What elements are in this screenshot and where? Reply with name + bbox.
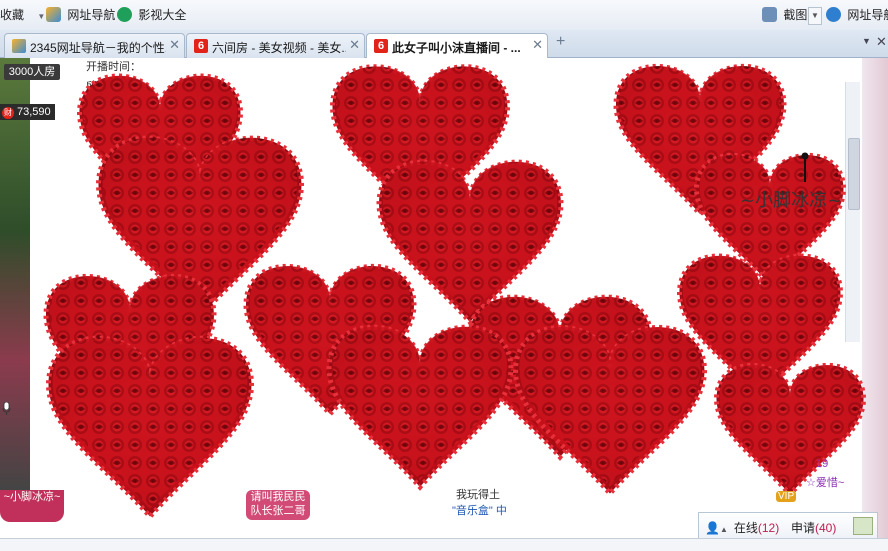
fortune-value: 73,590 — [17, 106, 51, 118]
apply-tab[interactable]: 申请(40) — [791, 519, 836, 536]
scrollbar-thumb[interactable] — [848, 138, 860, 210]
tab-list-dropdown[interactable]: ▼ — [862, 36, 871, 46]
fortune-icon: 财 — [2, 107, 14, 119]
ie-icon — [826, 7, 841, 22]
2345-favicon-icon — [12, 39, 26, 53]
music-box-link[interactable]: "音乐盒" 中 — [452, 502, 507, 518]
close-icon[interactable]: ✕ — [349, 38, 360, 52]
nav-link-2345[interactable]: 网址导航 — [46, 7, 115, 23]
chat-user-aixi[interactable]: ☆爱惜~ — [806, 474, 844, 490]
microphone-icon[interactable] — [2, 402, 11, 416]
tab-label: 六间房 - 美女视频 - 美女... — [212, 41, 346, 55]
nav-label: 网址导航 — [67, 8, 116, 22]
page-content: 开播时间： 所属家族： — [0, 58, 888, 550]
status-bar — [0, 538, 888, 551]
favorites-label: 收藏 — [0, 8, 25, 22]
fortune-badge: 财 73,590 — [0, 104, 55, 120]
avatar-icon[interactable] — [853, 517, 873, 535]
tab-2345[interactable]: 2345网址导航－我的个性... ✕ — [4, 33, 185, 58]
online-label: 在线 — [733, 521, 758, 535]
close-icon[interactable]: ✕ — [169, 38, 180, 52]
tab-6rooms[interactable]: 6 六间房 - 美女视频 - 美女... ✕ — [186, 33, 365, 58]
close-icon[interactable]: ✕ — [532, 38, 543, 52]
play-circle-icon — [117, 7, 132, 22]
apply-label: 申请 — [791, 521, 816, 535]
start-time-label: 开播时间： — [86, 61, 141, 73]
video-label: 影视大全 — [138, 8, 187, 22]
tab-label: 此女子叫小沫直播间 - ... — [392, 41, 521, 55]
chat-text-line: 我玩得土 — [456, 489, 500, 501]
family-label: 所属家族： — [86, 81, 141, 93]
user-icon: 👤 — [705, 521, 720, 535]
pin-icon — [801, 152, 809, 182]
right-side-strip — [862, 58, 888, 538]
chevron-up-icon: ▲ — [719, 525, 728, 534]
tab-bar: 2345网址导航－我的个性... ✕ 6 六间房 - 美女视频 - 美女... … — [0, 30, 888, 59]
screenshot-icon — [762, 7, 777, 22]
close-window-icon[interactable]: ✕ — [876, 34, 887, 50]
chevron-down-icon: ▼ — [37, 12, 46, 21]
streamer-video-strip — [0, 58, 30, 490]
room-count-badge: 3000人房 — [4, 64, 60, 80]
favorites-menu[interactable]: 收藏 ▼ — [0, 7, 45, 23]
screenshot-button[interactable]: 截图 — [762, 7, 807, 23]
nav-right-label: 网址导航 — [847, 8, 888, 22]
screenshot-dropdown[interactable]: ▼ — [808, 7, 822, 25]
online-count: (12) — [757, 521, 780, 535]
chat-scrollbar[interactable] — [845, 82, 860, 342]
tab-live-room[interactable]: 6 此女子叫小沫直播间 - ... ✕ — [366, 33, 548, 59]
2345-logo-icon — [46, 7, 61, 22]
apply-count: (40) — [815, 521, 837, 535]
chat-number: 19 — [816, 458, 829, 470]
vip-badge: VIP — [776, 491, 797, 502]
six-favicon-icon: 6 — [374, 39, 388, 53]
floating-username: ~小脚冰凉~ — [740, 190, 843, 211]
new-tab-button[interactable]: + — [556, 33, 565, 51]
user-card-xiaojiaobingliang[interactable]: ~小脚冰凉~ — [0, 490, 64, 522]
video-link[interactable]: 影视大全 — [117, 7, 186, 23]
browser-toolbar: 收藏 ▼ 网址导航 影视大全 截图 ▼ 网址导航 — [0, 0, 888, 31]
online-tab[interactable]: 👤▲ 在线(12) — [705, 519, 779, 536]
online-status-bar: 👤▲ 在线(12) 申请(40) — [698, 512, 878, 540]
six-favicon-icon: 6 — [194, 39, 208, 53]
request-card[interactable]: 请叫我民民队长张二哥 — [246, 490, 310, 520]
tab-label: 2345网址导航－我的个性... — [30, 41, 166, 55]
nav-right-link[interactable]: 网址导航 — [826, 7, 888, 23]
screenshot-label: 截图 — [783, 8, 808, 22]
